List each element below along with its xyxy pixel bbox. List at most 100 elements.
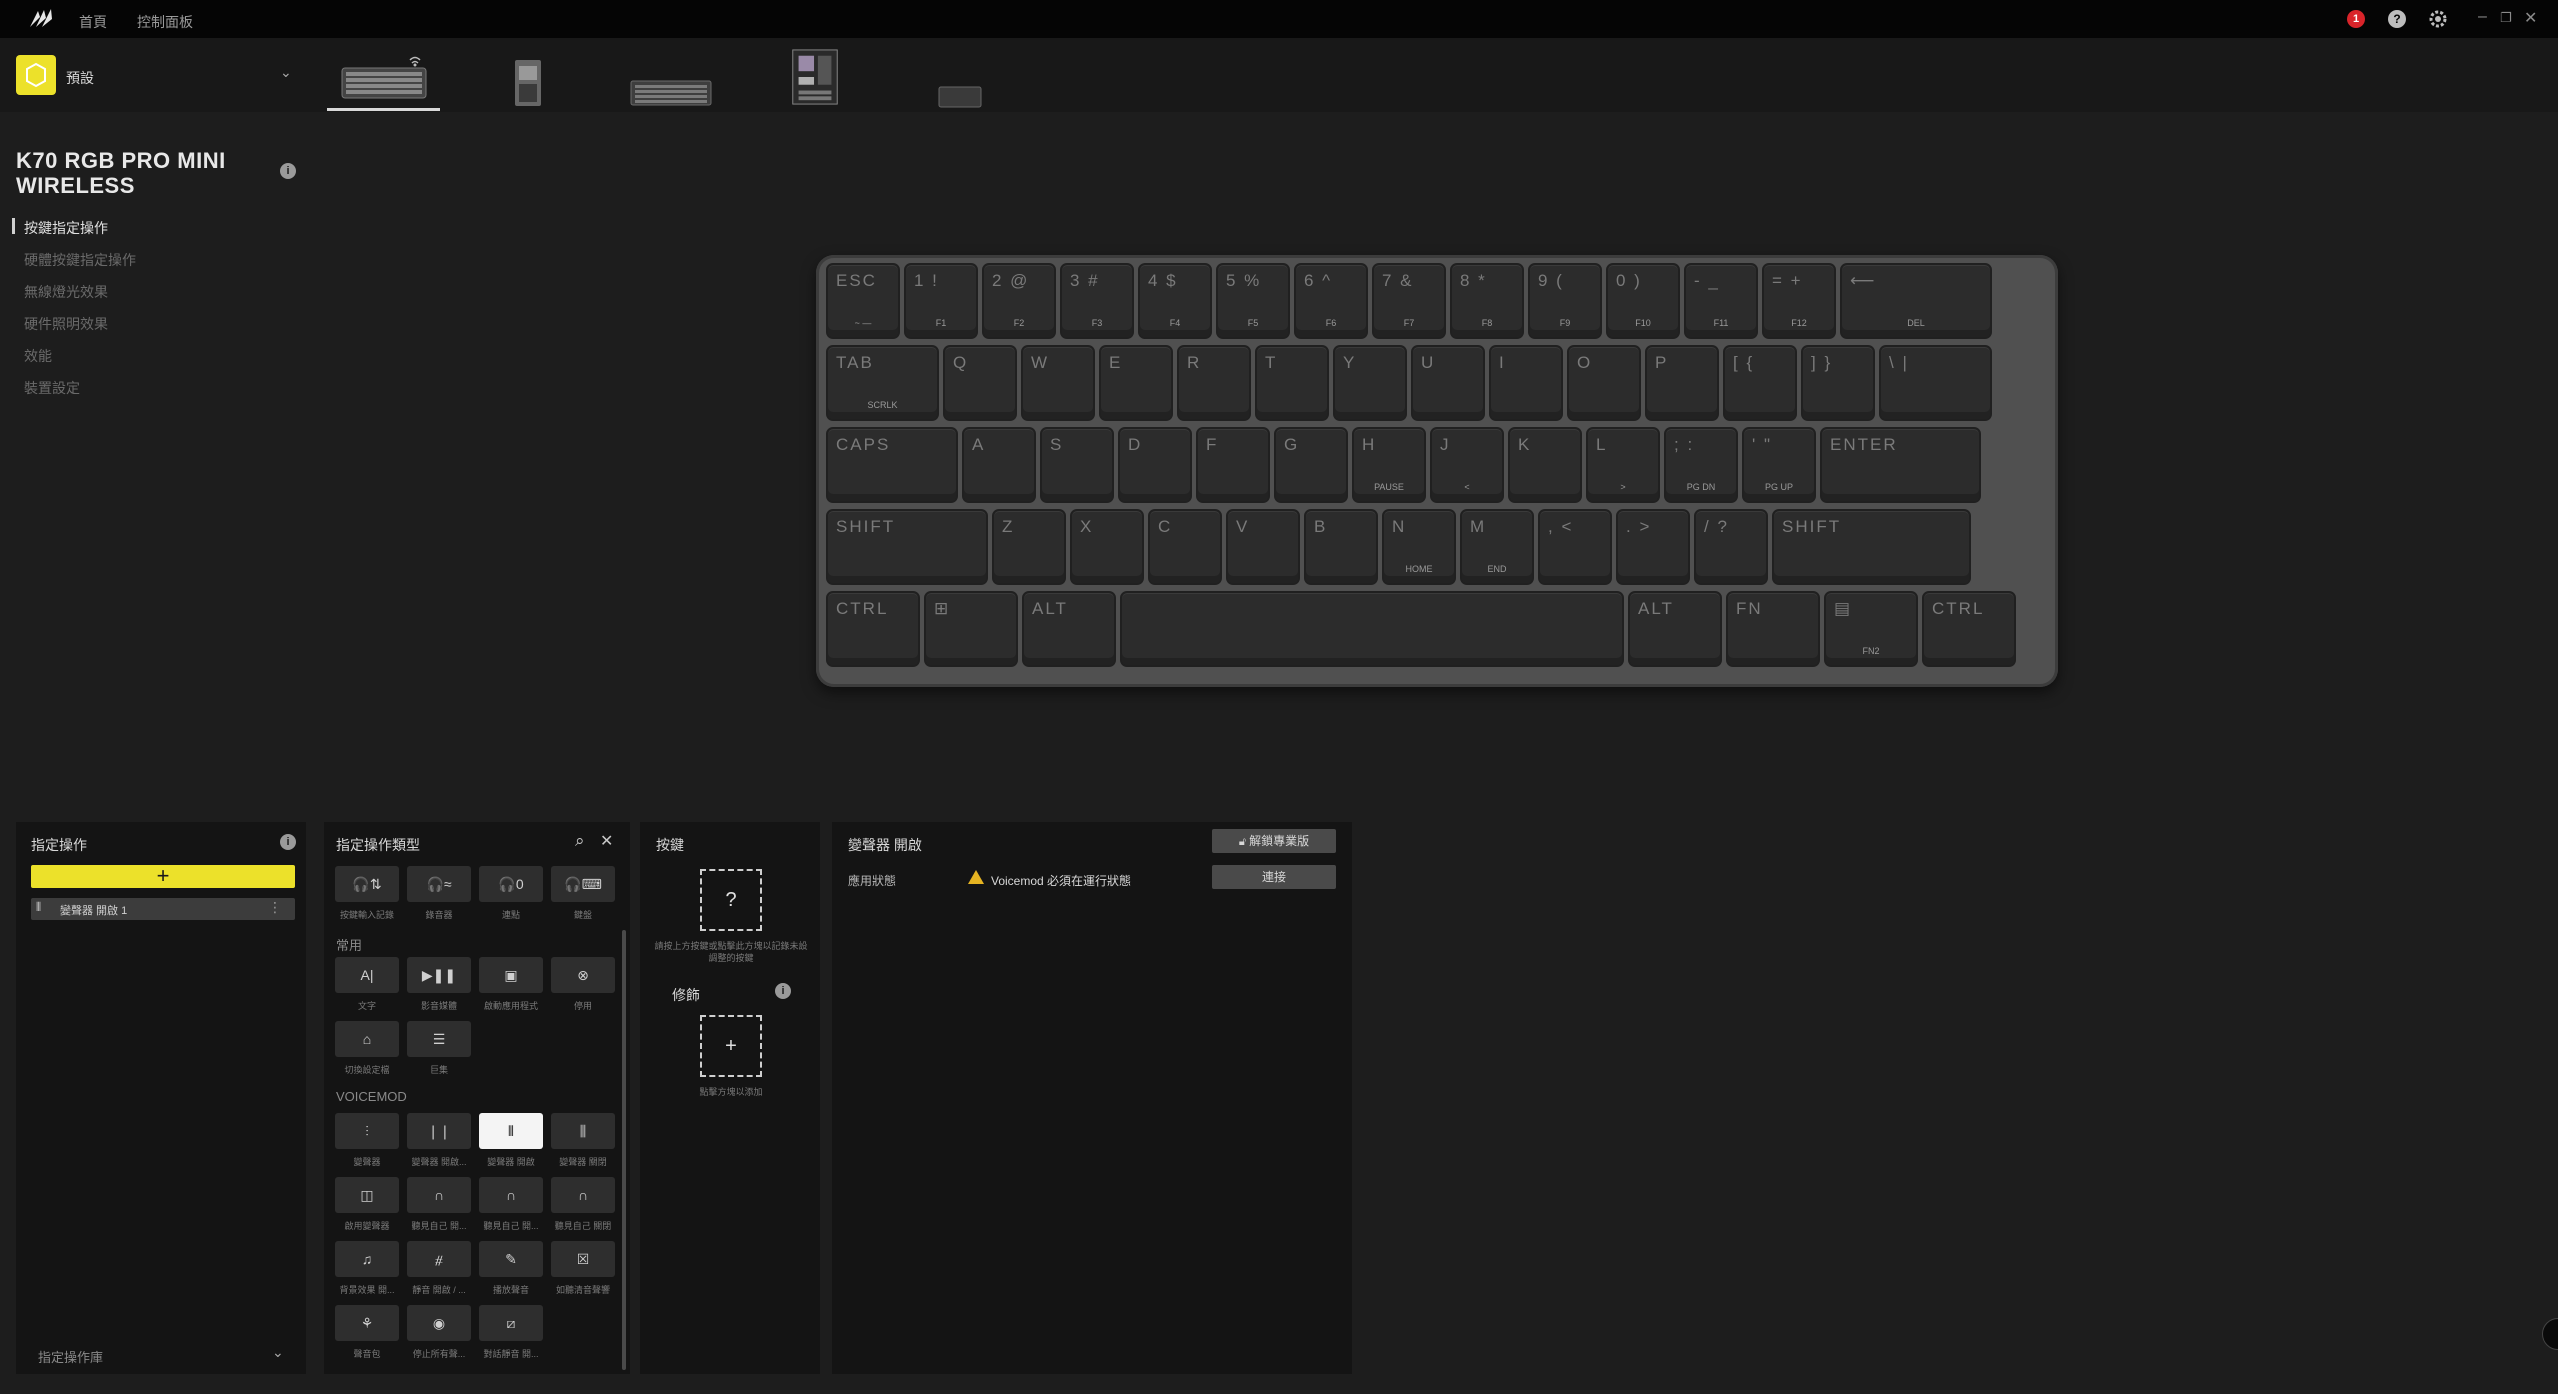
- modifier-info-icon[interactable]: i: [775, 983, 791, 999]
- add-assignment-button[interactable]: +: [31, 865, 295, 888]
- key-0-11[interactable]: - _ F11: [1684, 263, 1758, 339]
- device-keyboard-icon[interactable]: [338, 50, 430, 108]
- key-0-13[interactable]: ⟵ DEL: [1840, 263, 1992, 339]
- type-tile-voicemod_tiles-3[interactable]: ⫼: [551, 1113, 615, 1149]
- nav-home-link[interactable]: 首頁: [79, 12, 107, 32]
- key-0-7[interactable]: 7 & F7: [1372, 263, 1446, 339]
- key-1-8[interactable]: I: [1489, 345, 1563, 421]
- key-2-3[interactable]: D: [1118, 427, 1192, 503]
- close-icon[interactable]: ✕: [2524, 8, 2537, 28]
- key-4-5[interactable]: FN: [1726, 591, 1820, 667]
- key-2-2[interactable]: S: [1040, 427, 1114, 503]
- key-4-7[interactable]: CTRL: [1922, 591, 2016, 667]
- edge-scroll-handle[interactable]: [2542, 1318, 2558, 1350]
- key-3-1[interactable]: Z: [992, 509, 1066, 585]
- type-tile-voicemod_tiles-1[interactable]: ❘❘: [407, 1113, 471, 1149]
- type-tile-common_tiles-4[interactable]: ⌂: [335, 1021, 399, 1057]
- key-1-2[interactable]: W: [1021, 345, 1095, 421]
- corsair-logo-icon[interactable]: [28, 7, 54, 29]
- key-0-9[interactable]: 9 (F9: [1528, 263, 1602, 339]
- type-tile-voicemod_tiles-2[interactable]: ⫴: [479, 1113, 543, 1149]
- key-2-4[interactable]: F: [1196, 427, 1270, 503]
- device-accessory-icon[interactable]: [938, 68, 982, 126]
- key-0-6[interactable]: 6 ^ F6: [1294, 263, 1368, 339]
- key-0-4[interactable]: 4 $ F4: [1138, 263, 1212, 339]
- restore-icon[interactable]: ❐: [2500, 10, 2512, 26]
- key-2-5[interactable]: G: [1274, 427, 1348, 503]
- library-chevron-down-icon[interactable]: ⌄: [272, 1344, 284, 1361]
- type-tile-voicemod_tiles-5[interactable]: ∩: [407, 1177, 471, 1213]
- key-3-4[interactable]: V: [1226, 509, 1300, 585]
- key-2-9[interactable]: L >: [1586, 427, 1660, 503]
- key-2-10[interactable]: ; : PG DN: [1664, 427, 1738, 503]
- type-tile-voicemod_tiles-6[interactable]: ∩: [479, 1177, 543, 1213]
- key-3-8[interactable]: , <: [1538, 509, 1612, 585]
- device-wireless-receiver-icon[interactable]: [511, 54, 545, 112]
- key-3-0[interactable]: SHIFT: [826, 509, 988, 585]
- connect-button[interactable]: 連接: [1212, 865, 1336, 889]
- key-4-1[interactable]: ⊞: [924, 591, 1018, 667]
- key-3-11[interactable]: SHIFT: [1772, 509, 1971, 585]
- minimize-icon[interactable]: –: [2478, 8, 2487, 26]
- key-2-11[interactable]: ' " PG UP: [1742, 427, 1816, 503]
- key-record-box[interactable]: ?: [700, 869, 762, 931]
- key-1-6[interactable]: Y: [1333, 345, 1407, 421]
- key-1-1[interactable]: Q: [943, 345, 1017, 421]
- modifier-add-box[interactable]: +: [700, 1015, 762, 1077]
- key-0-5[interactable]: 5 % F5: [1216, 263, 1290, 339]
- key-0-3[interactable]: 3 # F3: [1060, 263, 1134, 339]
- key-0-10[interactable]: 0 ) F10: [1606, 263, 1680, 339]
- device-motherboard-icon[interactable]: [790, 48, 840, 106]
- key-1-12[interactable]: ] }: [1801, 345, 1875, 421]
- type-tile-top_tiles-2[interactable]: 🎧0: [479, 866, 543, 902]
- key-0-8[interactable]: 8 * F8: [1450, 263, 1524, 339]
- profile-name[interactable]: 預設: [66, 68, 94, 88]
- key-3-6[interactable]: N HOME: [1382, 509, 1456, 585]
- type-panel-scrollbar[interactable]: [622, 930, 626, 1370]
- notification-badge[interactable]: 1: [2347, 10, 2365, 28]
- key-0-0[interactable]: ESC ~ —: [826, 263, 900, 339]
- key-2-7[interactable]: J <: [1430, 427, 1504, 503]
- key-4-3[interactable]: [1120, 591, 1624, 667]
- key-3-2[interactable]: X: [1070, 509, 1144, 585]
- type-tile-voicemod_tiles-4[interactable]: ◫: [335, 1177, 399, 1213]
- key-1-13[interactable]: \ |: [1879, 345, 1992, 421]
- type-tile-common_tiles-2[interactable]: ▣: [479, 957, 543, 993]
- sidebar-item-device-settings[interactable]: 裝置設定: [24, 378, 80, 398]
- type-tile-voicemod_tiles-14[interactable]: ⧄: [479, 1305, 543, 1341]
- key-0-12[interactable]: = + F12: [1762, 263, 1836, 339]
- more-options-icon[interactable]: ⋮: [268, 899, 282, 916]
- key-3-3[interactable]: C: [1148, 509, 1222, 585]
- sidebar-item-performance[interactable]: 效能: [24, 346, 52, 366]
- profile-icon[interactable]: [16, 55, 56, 95]
- key-1-9[interactable]: O: [1567, 345, 1641, 421]
- type-tile-voicemod_tiles-10[interactable]: ✎: [479, 1241, 543, 1277]
- key-2-0[interactable]: CAPS: [826, 427, 958, 503]
- sidebar-item-key-assignments[interactable]: 按鍵指定操作: [24, 218, 108, 238]
- key-4-4[interactable]: ALT: [1628, 591, 1722, 667]
- profile-chevron-down-icon[interactable]: ⌄: [280, 64, 292, 81]
- type-tile-top_tiles-3[interactable]: 🎧⌨: [551, 866, 615, 902]
- type-tile-top_tiles-0[interactable]: 🎧⇅: [335, 866, 399, 902]
- type-tile-voicemod_tiles-9[interactable]: ⧣: [407, 1241, 471, 1277]
- assignment-library-label[interactable]: 指定操作庫: [38, 1347, 103, 1366]
- type-tile-voicemod_tiles-13[interactable]: ◉: [407, 1305, 471, 1341]
- type-tile-voicemod_tiles-0[interactable]: ⫶: [335, 1113, 399, 1149]
- key-3-5[interactable]: B: [1304, 509, 1378, 585]
- search-icon[interactable]: ⌕: [575, 831, 585, 851]
- key-3-7[interactable]: M END: [1460, 509, 1534, 585]
- type-tile-voicemod_tiles-12[interactable]: ⚘: [335, 1305, 399, 1341]
- key-0-1[interactable]: 1 ! F1: [904, 263, 978, 339]
- sidebar-item-wireless-lighting[interactable]: 無線燈光效果: [24, 282, 108, 302]
- key-2-1[interactable]: A: [962, 427, 1036, 503]
- key-1-4[interactable]: R: [1177, 345, 1251, 421]
- key-3-9[interactable]: . >: [1616, 509, 1690, 585]
- settings-gear-icon[interactable]: [2427, 8, 2449, 30]
- type-tile-common_tiles-5[interactable]: ☰: [407, 1021, 471, 1057]
- key-4-6[interactable]: ▤ FN2: [1824, 591, 1918, 667]
- type-tile-voicemod_tiles-11[interactable]: ☒: [551, 1241, 615, 1277]
- key-1-0[interactable]: TAB SCRLK: [826, 345, 939, 421]
- sidebar-item-hardware-key-assignments[interactable]: 硬體按鍵指定操作: [24, 250, 136, 270]
- key-1-7[interactable]: U: [1411, 345, 1485, 421]
- key-0-2[interactable]: 2 @ F2: [982, 263, 1056, 339]
